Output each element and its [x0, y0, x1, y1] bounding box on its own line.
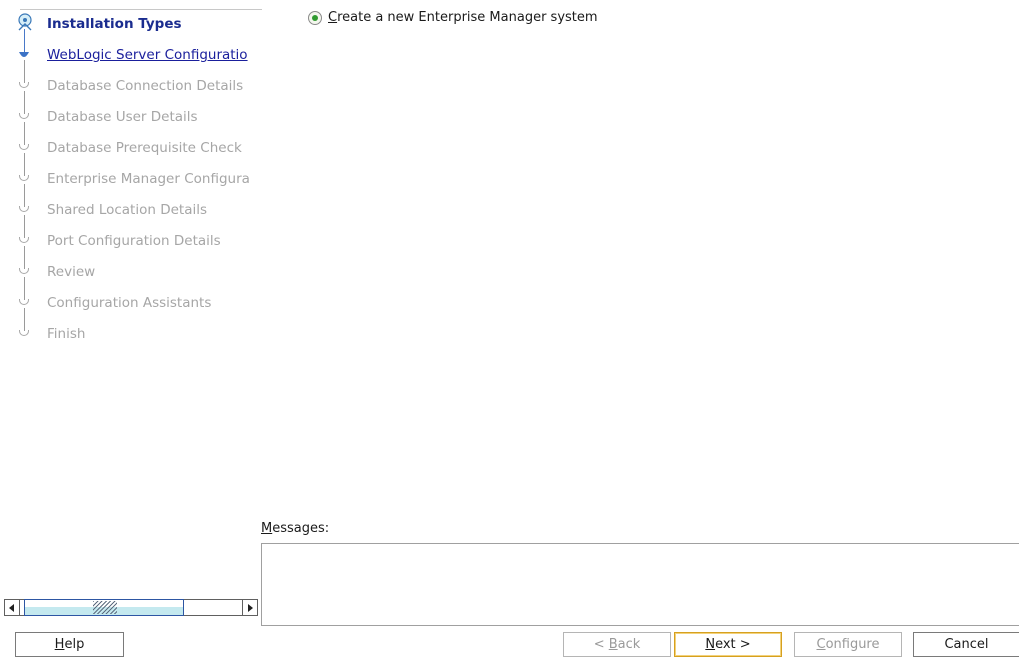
step-connector — [24, 91, 25, 103]
step-label: WebLogic Server Configuratio — [47, 47, 248, 63]
active-step-icon — [19, 52, 29, 60]
step-database-user-details: Database User Details — [0, 103, 262, 134]
radio-button-selected[interactable] — [308, 10, 322, 25]
step-configuration-assistants: Configuration Assistants — [0, 289, 262, 320]
step-label: Database Connection Details — [47, 78, 244, 94]
option-label: Create a new Enterprise Manager system — [328, 10, 598, 25]
step-label: Shared Location Details — [47, 202, 208, 218]
scroll-right-arrow-icon[interactable] — [242, 599, 258, 616]
back-button[interactable]: < Back — [563, 632, 671, 657]
step-finish: Finish — [0, 320, 262, 351]
step-port-configuration-details: Port Configuration Details — [0, 227, 262, 258]
step-connector — [24, 41, 25, 52]
messages-area[interactable] — [261, 543, 1019, 626]
help-button[interactable]: Help — [15, 632, 124, 657]
pending-step-icon — [19, 330, 29, 336]
step-label: Configuration Assistants — [47, 295, 212, 311]
pending-step-icon — [19, 268, 29, 274]
step-shared-location-details: Shared Location Details — [0, 196, 262, 227]
step-connector — [24, 60, 25, 72]
step-installation-types[interactable]: Installation Types — [0, 10, 262, 41]
step-database-connection-details: Database Connection Details — [0, 72, 262, 103]
next-button[interactable]: Next > — [674, 632, 782, 657]
step-connector — [24, 277, 25, 289]
cancel-button[interactable]: Cancel — [913, 632, 1019, 657]
step-label: Database User Details — [47, 109, 198, 125]
step-navigator: Installation Types WebLogic Server Confi… — [0, 0, 262, 590]
step-weblogic-server-configuration[interactable]: WebLogic Server Configuratio — [0, 41, 262, 72]
pending-step-icon — [19, 82, 29, 88]
pending-step-icon — [19, 175, 29, 181]
create-new-em-system-option[interactable]: Create a new Enterprise Manager system — [308, 10, 598, 25]
step-database-prerequisite-check: Database Prerequisite Check — [0, 134, 262, 165]
pending-step-icon — [19, 113, 29, 119]
globe-person-icon — [15, 12, 35, 32]
pending-step-icon — [19, 206, 29, 212]
scrollbar-thumb[interactable] — [24, 599, 184, 616]
messages-label: Messages: — [261, 521, 330, 536]
step-label: Database Prerequisite Check — [47, 140, 242, 156]
pending-step-icon — [19, 144, 29, 150]
scrollbar-grip-icon — [93, 601, 117, 614]
step-connector — [24, 308, 25, 320]
step-label: Review — [47, 264, 96, 280]
step-enterprise-manager-configuration: Enterprise Manager Configura — [0, 165, 262, 196]
navigator-horizontal-scrollbar[interactable] — [4, 597, 258, 618]
pending-step-icon — [19, 299, 29, 305]
step-connector — [24, 215, 25, 227]
step-connector — [24, 122, 25, 134]
pending-step-icon — [19, 237, 29, 243]
step-review: Review — [0, 258, 262, 289]
scroll-left-arrow-icon[interactable] — [4, 599, 20, 616]
step-label: Enterprise Manager Configura — [47, 171, 250, 187]
step-connector — [24, 153, 25, 165]
step-label: Installation Types — [47, 16, 182, 32]
step-label: Port Configuration Details — [47, 233, 221, 249]
configure-button[interactable]: Configure — [794, 632, 902, 657]
step-connector — [24, 246, 25, 258]
step-connector — [24, 184, 25, 196]
step-label: Finish — [47, 326, 86, 342]
